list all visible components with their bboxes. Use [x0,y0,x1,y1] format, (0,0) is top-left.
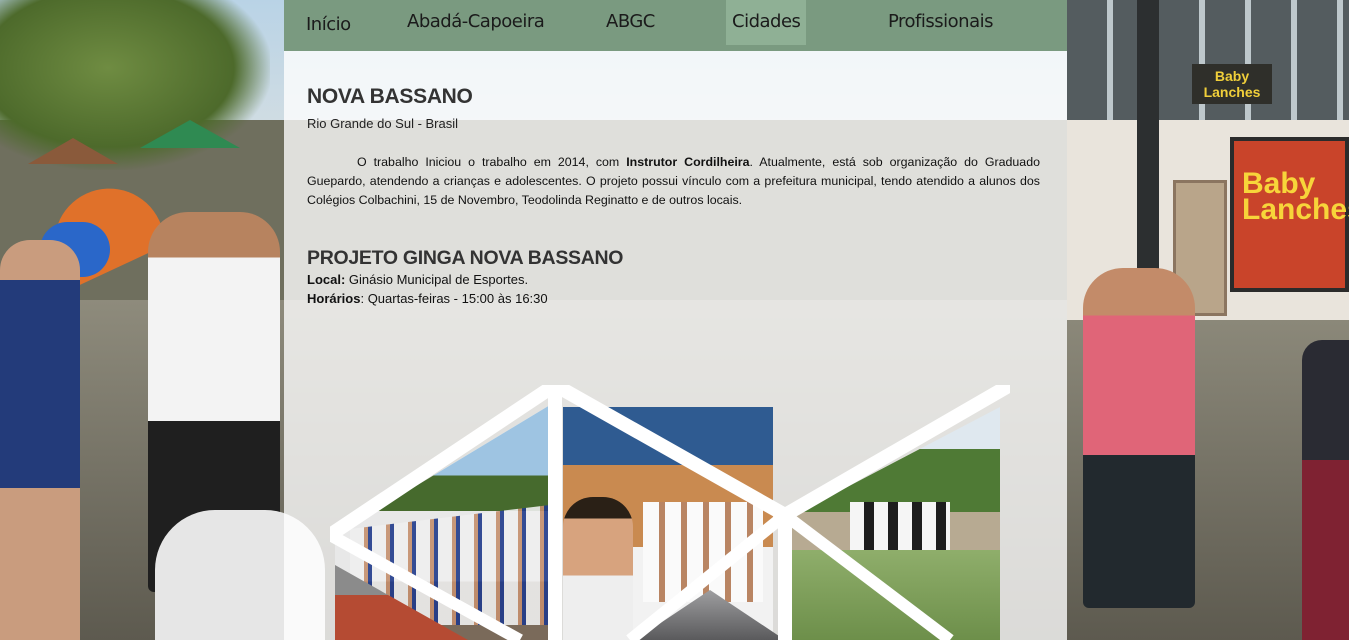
city-content: NOVA BASSANO Rio Grande do Sul - Brasil … [307,84,1040,308]
city-subtitle: Rio Grande do Sul - Brasil [307,116,459,131]
location-label: Local: [307,272,346,287]
city-title: NOVA BASSANO [307,85,473,108]
project-title: PROJETO GINGA NOVA BASSANO [307,247,624,269]
instructor-name: Instrutor Cordilheira [626,155,750,169]
shop-sign: Baby Lanches [1230,137,1349,292]
nav-item-profissionais[interactable]: Profissionais [888,0,993,45]
description-text: O trabalho Iniciou o trabalho em 2014, c… [357,155,627,169]
person [0,240,80,640]
project-location: Local: Ginásio Municipal de Esportes. [307,270,1040,289]
collage-photo-trees[interactable] [790,550,1000,640]
project-hours: Horários: Quartas-feiras - 15:00 às 16:3… [307,289,1040,308]
hours-label: Horários [307,291,361,306]
person [1302,340,1349,640]
nav-item-inicio[interactable]: Início [306,3,351,48]
shop-sign-small: Baby Lanches [1192,64,1272,104]
city-description: O trabalho Iniciou o trabalho em 2014, c… [307,153,1040,210]
street-pole [1137,0,1159,300]
photo-collage [330,385,1010,640]
location-value: Ginásio Municipal de Esportes. [345,272,529,287]
nav-item-abgc[interactable]: ABGC [606,0,655,45]
selfie-person [563,497,633,640]
nav-item-cidades[interactable]: Cidades [726,0,807,45]
person [1083,268,1195,608]
nav-item-abada-capoeira[interactable]: Abadá-Capoeira [407,0,545,45]
hours-value: : Quartas-feiras - 15:00 às 16:30 [360,291,548,306]
collage-photo-selfie[interactable] [563,407,773,640]
kids-photo [643,502,763,602]
